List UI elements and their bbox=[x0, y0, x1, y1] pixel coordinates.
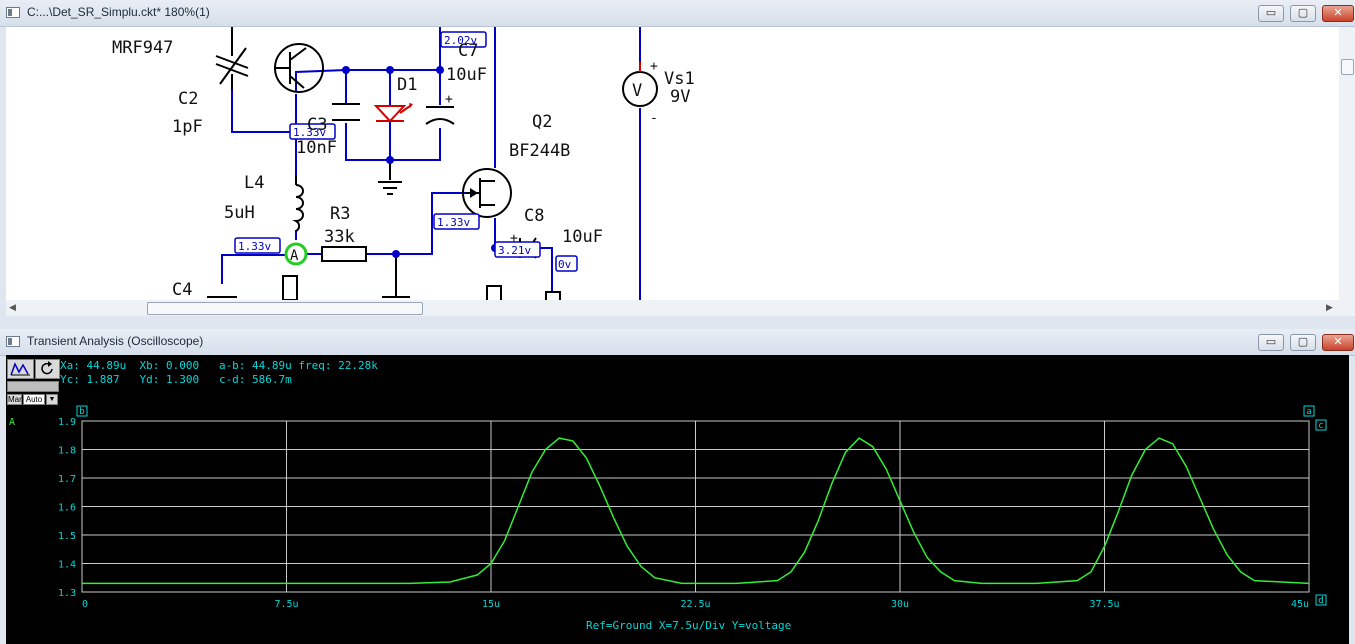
voltmeter-symbol: V bbox=[632, 81, 642, 101]
x-tick-label: 30u bbox=[891, 599, 909, 610]
label-q2-value: BF244B bbox=[509, 141, 570, 161]
waveform-plot[interactable]: 0 7.5u 15u 22.5u 30u 37.5u 45u 1.3 1.4 1.5 1.6 1.7 1… bbox=[6, 355, 1349, 644]
label-l4: L4 bbox=[244, 173, 264, 193]
x-tick-label: 7.5u bbox=[274, 599, 298, 610]
label-c3-value: 10nF bbox=[296, 138, 337, 158]
horizontal-scrollbar[interactable]: ◀ ▶ bbox=[6, 300, 1339, 316]
label-c3: C3 bbox=[307, 115, 327, 135]
cursor-d-marker: d bbox=[1318, 596, 1323, 606]
vertical-scrollbar[interactable] bbox=[1339, 27, 1355, 316]
x-tick-label: 45u bbox=[1291, 599, 1309, 610]
close-button[interactable]: ✕ bbox=[1322, 5, 1354, 22]
cursor-b-marker: b bbox=[79, 407, 84, 417]
y-tick-label: 1.7 bbox=[58, 474, 76, 485]
label-r3: R3 bbox=[330, 204, 350, 224]
label-c8-value: 10uF bbox=[562, 227, 603, 247]
minimize-button[interactable]: ▭ bbox=[1258, 334, 1284, 351]
scroll-right-icon[interactable]: ▶ bbox=[1326, 302, 1333, 313]
scope-titlebar: Transient Analysis (Oscilloscope) ▭ ▢ ✕ bbox=[0, 329, 1355, 356]
y-tick-label: 1.5 bbox=[58, 531, 76, 542]
label-c8: C8 bbox=[524, 206, 544, 226]
label-q2: Q2 bbox=[532, 112, 552, 132]
label-d1: D1 bbox=[397, 75, 417, 95]
close-button[interactable]: ✕ bbox=[1322, 334, 1354, 351]
label-c2: C2 bbox=[178, 89, 198, 109]
label-r3-value: 33k bbox=[324, 227, 355, 247]
label-c2-value: 1pF bbox=[172, 117, 203, 137]
scope-footer: Ref=Ground X=7.5u/Div Y=voltage bbox=[586, 619, 792, 632]
probe-value: 1.33v bbox=[437, 216, 470, 229]
probe-value: 1.33v bbox=[238, 240, 271, 253]
y-tick-label: 1.6 bbox=[58, 503, 76, 514]
minus-sign: - bbox=[650, 111, 658, 126]
plus-sign: + bbox=[650, 59, 658, 74]
minimize-button[interactable]: ▭ bbox=[1258, 5, 1284, 22]
x-tick-label: 0 bbox=[82, 599, 88, 610]
schematic-titlebar: C:...\Det_SR_Simplu.ckt* 180%(1) ▭ ▢ ✕ bbox=[0, 0, 1355, 27]
cursor-a-marker: a bbox=[1306, 407, 1311, 417]
cursor-c-marker: c bbox=[1318, 421, 1323, 431]
y-tick-label: 1.3 bbox=[58, 588, 76, 599]
x-tick-label: 22.5u bbox=[680, 599, 710, 610]
window-icon bbox=[6, 7, 20, 18]
oscilloscope-panel: Man Auto ▼ Xa: 44.89u Xb: 0.000 a-b: 44.… bbox=[6, 355, 1349, 644]
trace-label: A bbox=[9, 417, 16, 428]
probe-value: 0v bbox=[558, 258, 572, 271]
label-c4: C4 bbox=[172, 280, 192, 300]
window-icon bbox=[6, 336, 20, 347]
label-vs1: Vs1 bbox=[664, 69, 695, 89]
label-c7: C7 bbox=[458, 41, 478, 61]
y-tick-label: 1.9 bbox=[58, 417, 76, 428]
scroll-thumb[interactable] bbox=[1341, 59, 1354, 75]
label-mrf947: MRF947 bbox=[112, 38, 173, 58]
label-l4-value: 5uH bbox=[224, 203, 255, 223]
label-c7-value: 10uF bbox=[446, 65, 487, 85]
scroll-thumb[interactable] bbox=[147, 302, 423, 315]
label-vs1-value: 9V bbox=[670, 87, 690, 107]
y-tick-label: 1.8 bbox=[58, 446, 76, 457]
schematic-canvas[interactable]: 2.02v 1.33v 1.33v 1.33v 3.21v 0v MRF947 … bbox=[6, 27, 1339, 300]
plus-sign: + bbox=[510, 231, 518, 246]
maximize-button[interactable]: ▢ bbox=[1290, 5, 1316, 22]
y-tick-label: 1.4 bbox=[58, 560, 76, 571]
schematic-window-title: C:...\Det_SR_Simplu.ckt* 180%(1) bbox=[27, 5, 210, 19]
plus-sign: + bbox=[445, 92, 453, 107]
scroll-left-icon[interactable]: ◀ bbox=[9, 302, 16, 313]
x-tick-label: 15u bbox=[482, 599, 500, 610]
scope-window-title: Transient Analysis (Oscilloscope) bbox=[27, 334, 204, 348]
maximize-button[interactable]: ▢ bbox=[1290, 334, 1316, 351]
probe-a-marker[interactable]: A bbox=[290, 248, 299, 264]
x-tick-label: 37.5u bbox=[1089, 599, 1119, 610]
